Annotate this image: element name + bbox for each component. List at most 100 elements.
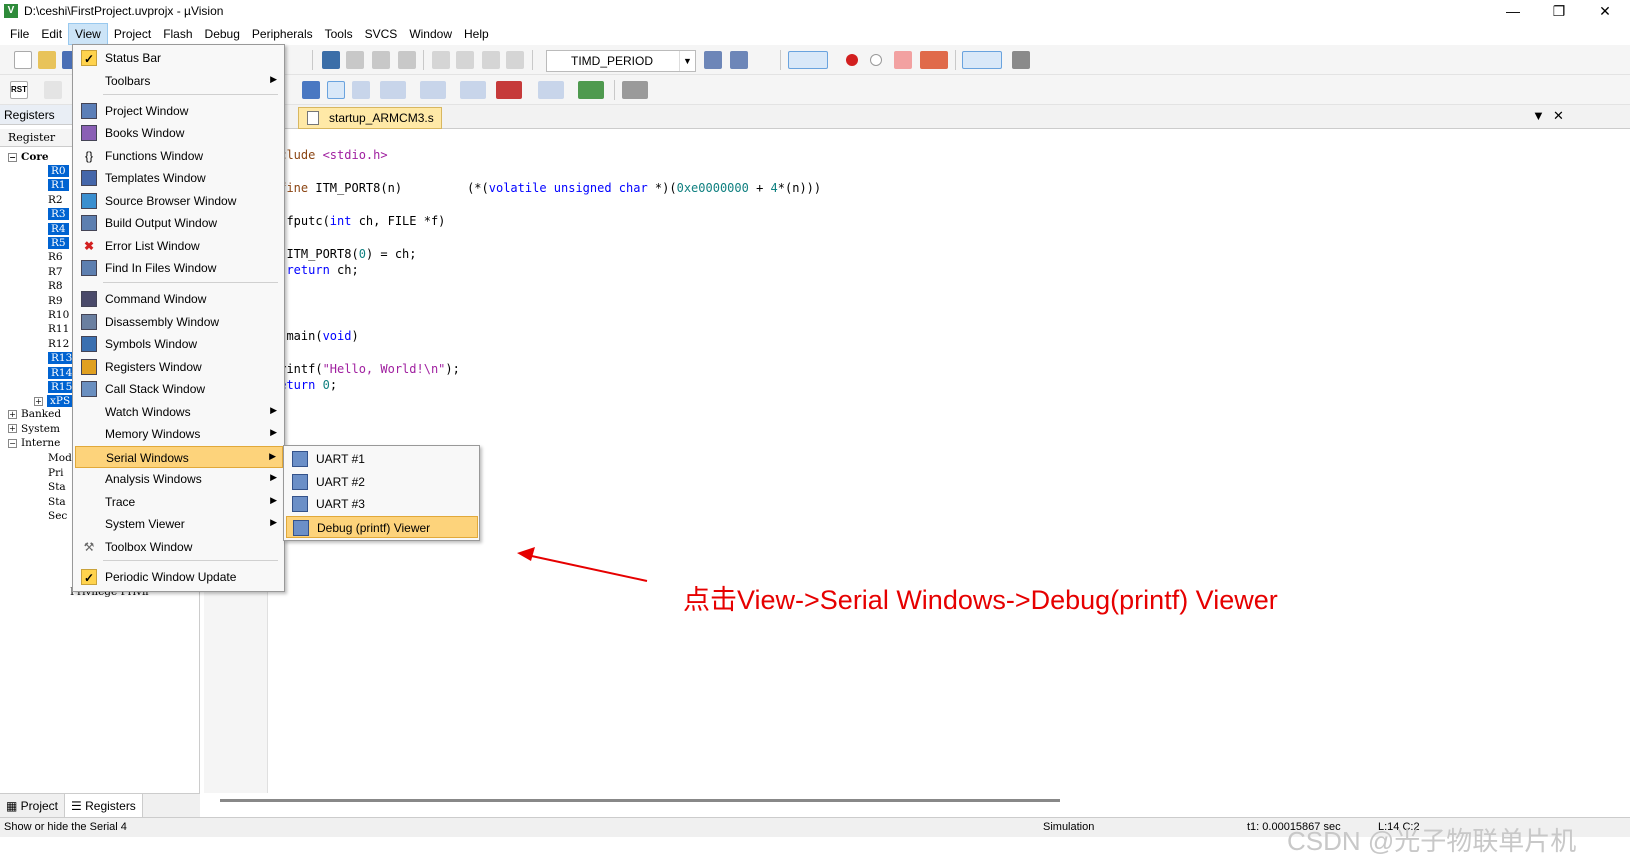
unindent-icon[interactable]: [456, 51, 474, 69]
menu-item-watch-windows[interactable]: Watch Windows ▶: [75, 401, 283, 423]
menu-svcs[interactable]: SVCS: [359, 24, 404, 44]
run-icon[interactable]: [44, 81, 62, 99]
chevron-down-icon[interactable]: ▼: [679, 51, 695, 71]
registers-view-icon[interactable]: [302, 81, 320, 99]
horizontal-scrollbar[interactable]: [220, 799, 1060, 802]
menu-debug[interactable]: Debug: [199, 24, 246, 44]
breakpoint-options-icon[interactable]: [920, 51, 948, 69]
analysis-dropdown-icon[interactable]: [496, 81, 522, 99]
reset-icon[interactable]: RST: [10, 81, 28, 99]
tab-registers[interactable]: ☰ Registers: [65, 794, 143, 819]
clear-bookmarks-icon[interactable]: [398, 51, 416, 69]
expand-icon[interactable]: +: [8, 409, 17, 419]
breakpoint-icon[interactable]: [846, 54, 858, 66]
menu-peripherals[interactable]: Peripherals: [246, 24, 319, 44]
system-viewer-dropdown-icon[interactable]: [578, 81, 604, 99]
file-tab[interactable]: startup_ARMCM3.s: [298, 107, 442, 129]
register-row-r11[interactable]: R11: [48, 322, 69, 336]
menu-item-command-window[interactable]: Command Window: [75, 288, 283, 310]
window-layout-icon[interactable]: [962, 51, 1002, 69]
menu-item-project-window[interactable]: Project Window: [75, 100, 283, 122]
collapse-icon[interactable]: −: [8, 152, 17, 162]
debug-session-icon[interactable]: [788, 51, 828, 69]
tree-internal-child[interactable]: Mod: [48, 451, 72, 465]
menu-item-call-stack-window[interactable]: Call Stack Window: [75, 378, 283, 400]
menu-item-status-bar[interactable]: ✓ Status Bar: [75, 47, 283, 69]
menu-project[interactable]: Project: [108, 24, 157, 44]
submenu-item-debug-printf-viewer[interactable]: Debug (printf) Viewer: [286, 516, 478, 539]
menu-item-source-browser-window[interactable]: Source Browser Window: [75, 190, 283, 212]
register-row-r0[interactable]: R0: [48, 164, 69, 178]
register-row-r12[interactable]: R12: [48, 337, 69, 351]
submenu-item-uart-1[interactable]: UART #1: [286, 448, 478, 470]
register-row-r1[interactable]: R1: [48, 178, 69, 192]
register-row-r5[interactable]: R5: [48, 236, 69, 250]
register-row-r8[interactable]: R8: [48, 279, 63, 293]
menu-item-system-viewer[interactable]: System Viewer ▶: [75, 513, 283, 535]
menu-item-toolbox-window[interactable]: ⚒ Toolbox Window: [75, 536, 283, 558]
tree-group-banked[interactable]: + Banked: [8, 407, 61, 421]
menu-item-serial-windows[interactable]: Serial Windows ▶: [75, 446, 283, 468]
tab-project[interactable]: ▦ Project: [0, 794, 66, 819]
new-file-icon[interactable]: [14, 51, 32, 69]
kill-breakpoints-icon[interactable]: [894, 51, 912, 69]
collapse-icon[interactable]: −: [8, 438, 17, 448]
call-stack-view-icon[interactable]: [352, 81, 370, 99]
menu-edit[interactable]: Edit: [35, 24, 68, 44]
menu-item-error-list-window[interactable]: ✖ Error List Window: [75, 235, 283, 257]
toolbox-dropdown-icon[interactable]: [622, 81, 648, 99]
close-button[interactable]: ✕: [1582, 0, 1628, 22]
menu-window[interactable]: Window: [403, 24, 458, 44]
menu-item-find-in-files-window[interactable]: Find In Files Window: [75, 257, 283, 279]
bookmark-icon[interactable]: [322, 51, 340, 69]
menu-item-templates-window[interactable]: Templates Window: [75, 167, 283, 189]
register-row-r9[interactable]: R9: [48, 294, 63, 308]
expand-icon[interactable]: +: [8, 424, 17, 433]
tree-internal-child[interactable]: Sec: [48, 509, 67, 523]
menu-tools[interactable]: Tools: [319, 24, 359, 44]
menu-item-trace[interactable]: Trace ▶: [75, 491, 283, 513]
menu-item-analysis-windows[interactable]: Analysis Windows ▶: [75, 468, 283, 490]
register-row-r2[interactable]: R2: [48, 193, 63, 207]
menu-item-functions-window[interactable]: {} Functions Window: [75, 145, 283, 167]
restore-button[interactable]: ❐: [1536, 0, 1582, 22]
memory-dropdown-icon[interactable]: [420, 81, 446, 99]
menu-flash[interactable]: Flash: [157, 24, 198, 44]
menu-item-registers-window[interactable]: Registers Window: [75, 356, 283, 378]
tree-core[interactable]: − Core: [8, 150, 49, 164]
menu-view[interactable]: View: [68, 22, 108, 45]
menu-item-periodic-window-update[interactable]: ✓ Periodic Window Update: [75, 566, 283, 588]
tree-group-interne[interactable]: − Interne: [8, 436, 60, 450]
tree-group-system[interactable]: + System: [8, 422, 60, 436]
menu-item-toolbars[interactable]: Toolbars ▶: [75, 70, 283, 92]
tree-internal-child[interactable]: Sta: [48, 480, 66, 494]
trace-dropdown-icon[interactable]: [538, 81, 564, 99]
submenu-item-uart-3[interactable]: UART #3: [286, 493, 478, 515]
register-row-r7[interactable]: R7: [48, 265, 63, 279]
menu-item-memory-windows[interactable]: Memory Windows ▶: [75, 423, 283, 445]
minimize-button[interactable]: —: [1490, 0, 1536, 22]
next-bookmark-icon[interactable]: [372, 51, 390, 69]
wrench-icon[interactable]: [1012, 51, 1030, 69]
indent-icon[interactable]: [432, 51, 450, 69]
register-row-r10[interactable]: R10: [48, 308, 69, 322]
open-folder-icon[interactable]: [38, 51, 56, 69]
menu-file[interactable]: File: [4, 24, 35, 44]
menu-item-disassembly-window[interactable]: Disassembly Window: [75, 311, 283, 333]
find-icon[interactable]: [704, 51, 722, 69]
tab-list-icon[interactable]: ▼: [1532, 108, 1545, 123]
uncomment-icon[interactable]: [506, 51, 524, 69]
menu-item-build-output-window[interactable]: Build Output Window: [75, 212, 283, 234]
disable-breakpoint-icon[interactable]: [870, 54, 882, 66]
expand-icon[interactable]: +: [34, 396, 43, 406]
memory-view-icon[interactable]: [327, 81, 345, 99]
serial-dropdown-icon[interactable]: [460, 81, 486, 99]
watch-view-icon[interactable]: [380, 81, 406, 99]
tree-internal-child[interactable]: Sta: [48, 495, 66, 509]
register-row-r4[interactable]: R4: [48, 222, 69, 236]
target-combo[interactable]: TIMD_PERIOD ▼: [546, 50, 696, 72]
menu-item-symbols-window[interactable]: Symbols Window: [75, 333, 283, 355]
menu-help[interactable]: Help: [458, 24, 495, 44]
menu-item-books-window[interactable]: Books Window: [75, 122, 283, 144]
register-row-r3[interactable]: R3: [48, 207, 69, 221]
